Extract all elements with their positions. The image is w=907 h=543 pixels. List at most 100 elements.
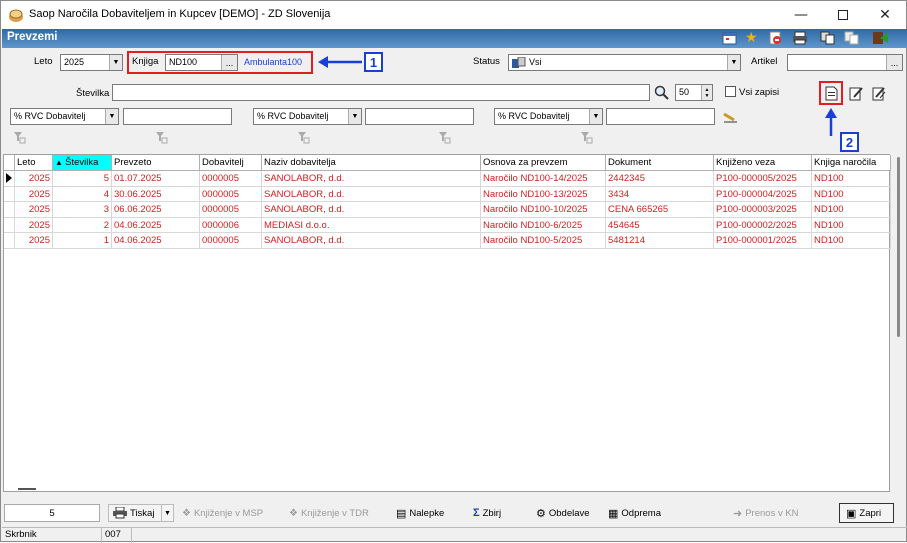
artikel-lookup-button[interactable]: ... [886,55,902,70]
current-row-indicator-icon [4,171,15,187]
section-title: Prevzemi [7,31,58,43]
column-header-stevilka[interactable]: ▲ Številka [53,155,112,171]
tiskaj-dropdown-button[interactable]: ▼ [161,504,174,522]
nalepke-button[interactable]: ▤ Nalepke [396,504,444,522]
vsi-zapisi-label: Vsi zapisi [739,87,780,98]
clear-filter-icon[interactable] [722,110,738,124]
table-row[interactable]: 2025 4 30.06.2025 0000005 SANOLABOR, d.d. Nar… [4,186,891,202]
zapri-button[interactable]: ▣ Zapri [839,503,894,523]
table-row[interactable]: 2025 3 06.06.2025 0000005 SANOLABOR, d.d. Nar… [4,202,891,218]
stevilka-input[interactable] [112,84,650,101]
rvc-filter-2[interactable]: % RVC Dobavitelj ▼ [253,108,362,125]
column-header-knjizeno-veza[interactable]: Knjiženo veza [714,155,812,171]
delete-icon[interactable] [768,31,782,45]
knjiga-lookup-button[interactable]: ... [221,55,237,70]
knjizenje-tdr-button[interactable]: ❖ Knjiženje v TDR [289,504,369,522]
new-document-icon[interactable] [825,86,838,101]
edit-multiple-icon[interactable] [872,86,886,101]
cell-leto: 2025 [15,171,53,187]
sort-ascending-icon: ▲ [55,158,66,167]
maximize-button[interactable] [823,1,863,29]
column-header-prevzeto[interactable]: Prevzeto [112,155,200,171]
app-window: Saop Naročila Dobaviteljem in Kupcev [DE… [0,0,907,543]
edit-icon[interactable] [849,86,863,101]
leto-value: 2025 [64,57,85,67]
stevilka-label: Številka [76,88,110,99]
chevron-down-icon[interactable]: ▼ [105,109,118,124]
transfer-icon: ➜ [733,507,743,520]
cell-naziv: SANOLABOR, d.d. [262,202,481,218]
table-row[interactable]: 2025 2 04.06.2025 0000006 MEDIASI d.o.o. Naro… [4,217,891,233]
column-header-knjiga-narocila[interactable]: Knjiga naročila [812,155,891,171]
search-icon[interactable] [654,85,670,101]
obdelave-button[interactable]: ⚙ Obdelave [536,504,590,522]
cell-dobavitelj: 0000005 [200,171,262,187]
limit-stepper[interactable]: 50 ▲ ▼ [675,84,713,101]
table-row[interactable]: 2025 1 04.06.2025 0000005 SANOLABOR, d.d. Nar… [4,233,891,249]
column-header-osnova[interactable]: Osnova za prevzem [481,155,606,171]
prenos-button[interactable]: ➜ Prenos v KN [733,504,799,522]
leto-select[interactable]: 2025 ▼ [60,54,123,71]
cell-osnova: Naročilo ND100-6/2025 [481,217,606,233]
cell-stevilka: 2 [53,217,112,233]
column-header-dokument[interactable]: Dokument [606,155,714,171]
row-indicator [4,217,15,233]
table-row[interactable]: 2025 5 01.07.2025 0000005 SANOLABOR, d.d. Nar… [4,171,891,187]
knjizenje-msp-button[interactable]: ❖ Knjiženje v MSP [182,504,263,522]
column-header-stevilka-label: Številka [65,157,99,168]
prenos-label: Prenos v KN [745,507,799,519]
vsi-zapisi-checkbox[interactable] [725,86,736,97]
cell-osnova: Naročilo ND100-13/2025 [481,186,606,202]
column-filter-icon[interactable] [156,132,168,144]
tiskaj-button[interactable]: Tiskaj [108,504,162,522]
rvc-filter-1-input[interactable] [123,108,232,125]
rvc-filter-1[interactable]: % RVC Dobavitelj ▼ [10,108,119,125]
chevron-down-icon[interactable]: ▼ [109,55,122,70]
cell-knjizeno-veza: P100-000002/2025 [714,217,812,233]
odprema-button[interactable]: ▦ Odprema [608,504,661,522]
label-icon: ▤ [396,507,407,520]
rvc-filter-3[interactable]: % RVC Dobavitelj ▼ [494,108,603,125]
tiskaj-label: Tiskaj [130,507,155,519]
vertical-scrollbar[interactable] [892,154,906,492]
scrollbar-thumb[interactable] [897,157,900,337]
cell-knjizeno-veza: P100-000001/2025 [714,233,812,249]
artikel-input[interactable]: ... [787,54,903,71]
cell-prevzeto: 04.06.2025 [112,233,200,249]
rvc-filter-2-input[interactable] [365,108,474,125]
column-header-leto[interactable]: Leto [15,155,53,171]
print-icon[interactable] [792,31,808,45]
status-select[interactable]: Vsi ▼ [508,54,741,71]
column-header-naziv[interactable]: Naziv dobavitelja [262,155,481,171]
cell-osnova: Naročilo ND100-14/2025 [481,171,606,187]
zapri-label: Zapri [859,507,882,519]
exit-icon[interactable] [872,30,890,46]
column-filter-icon[interactable] [298,132,310,144]
minimize-button[interactable]: — [781,1,821,29]
leto-label: Leto [34,56,53,67]
column-filter-icon[interactable] [439,132,451,144]
cell-knjiga-narocila: ND100 [812,233,891,249]
rvc-filter-1-value: % RVC Dobavitelj [14,111,86,121]
copy-icon[interactable] [820,31,836,45]
chevron-down-icon[interactable]: ▼ [348,109,361,124]
status-bar: Skrbnik 007 [2,527,907,543]
knjiga-label: Knjiga [132,56,159,67]
close-button[interactable]: ✕ [865,1,905,29]
stepper-arrows-icon[interactable]: ▲ ▼ [701,85,712,100]
star-icon[interactable]: ★ [745,30,758,46]
column-header-dobavitelj[interactable]: Dobavitelj [200,155,262,171]
column-filter-icon[interactable] [581,132,593,144]
cell-dokument: 5481214 [606,233,714,249]
rvc-filter-3-input[interactable] [606,108,715,125]
app-icon [8,7,24,23]
knjiga-input[interactable]: ND100 ... [165,54,238,71]
chevron-down-icon[interactable]: ▼ [589,109,602,124]
calendar-icon[interactable] [722,31,738,45]
chevron-down-icon[interactable]: ▼ [727,55,740,70]
cell-dokument: 454645 [606,217,714,233]
cell-knjizeno-veza: P100-000003/2025 [714,202,812,218]
zbirj-button[interactable]: Σ Zbirj [473,504,501,522]
column-filter-icon[interactable] [14,132,26,144]
cell-leto: 2025 [15,202,53,218]
